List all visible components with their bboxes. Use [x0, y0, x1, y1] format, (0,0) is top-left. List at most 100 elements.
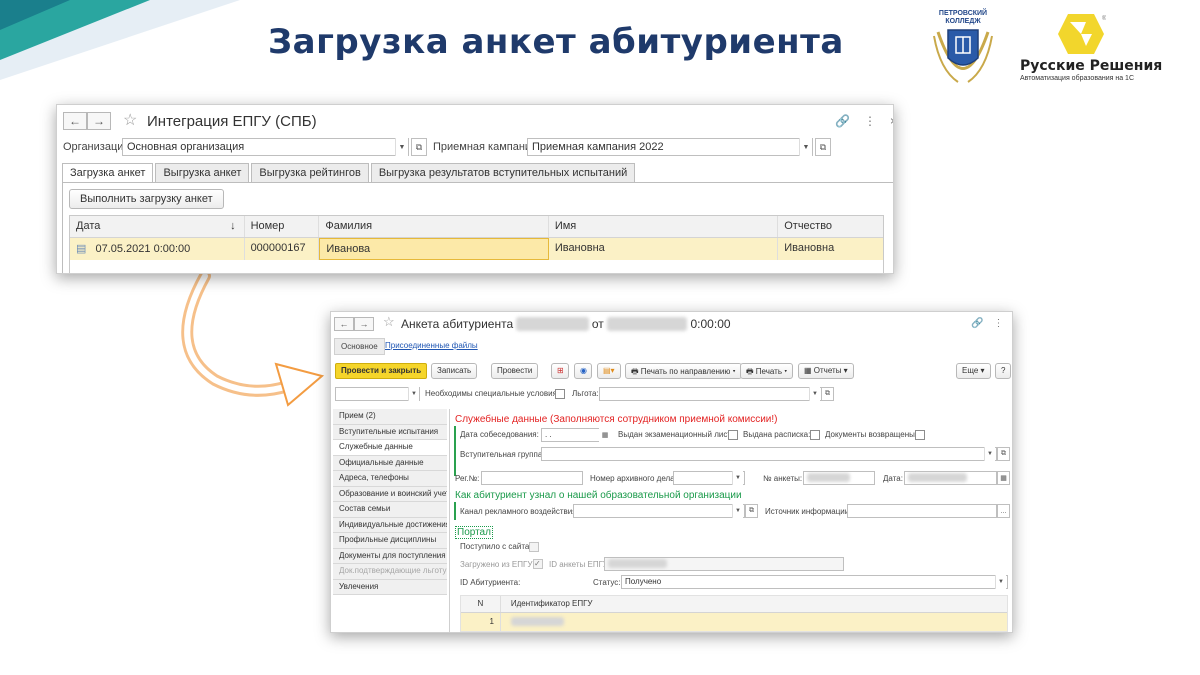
printer-icon: 🖶 [746, 367, 754, 376]
post-button[interactable]: Провести [491, 363, 539, 379]
sidebar-item-benefit-docs[interactable]: Док.подтверждающие льготу [333, 564, 447, 580]
service-data-header: Служебные данные (Заполняются сотруднико… [455, 414, 778, 425]
more-button[interactable]: Еще ▾ [956, 363, 991, 379]
favorite-star-icon[interactable]: ☆ [383, 314, 395, 330]
entrance-group-dropdown-icon[interactable]: ▼ [984, 447, 995, 461]
sidebar-item-achievements[interactable]: Индивидуальные достижения [333, 517, 447, 533]
favorite-star-icon[interactable]: ☆ [123, 110, 137, 130]
print-direction-button[interactable]: 🖶 Печать по направлению ▾ [625, 363, 742, 379]
sidebar-item-admission-docs[interactable]: Документы для поступления [333, 548, 447, 564]
from-site-label: Поступило с сайта: [460, 542, 532, 551]
epgu-form-id-field[interactable]: XXXXXXXXXXX [604, 557, 844, 571]
benefit-dropdown-icon[interactable]: ▼ [809, 387, 820, 401]
form-number-redacted: XXXXXXXXX [516, 317, 589, 331]
tab-main[interactable]: Основное [334, 338, 385, 355]
entrance-group-open-icon[interactable]: ⧉ [997, 447, 1010, 461]
close-icon[interactable]: × [890, 114, 893, 128]
campaign-field[interactable]: Приемная кампания 2022 [527, 138, 813, 156]
epgu-id-redacted: XXXXXXXXXX [510, 617, 565, 626]
docs-returned-checkbox[interactable] [915, 430, 925, 440]
reports-button[interactable]: ▦ Отчеты ▾ [798, 363, 854, 379]
sidebar-item-entrance-tests[interactable]: Вступительные испытания [333, 424, 447, 440]
status-dropdown-icon[interactable]: ▼ [995, 575, 1006, 589]
org-field[interactable]: Основная организация [122, 138, 409, 156]
loaded-epgu-label: Загружено из ЕПГУ: [460, 560, 535, 569]
link-icon[interactable]: 🔗 [835, 114, 850, 128]
side-select-dropdown-icon[interactable]: ▼ [408, 387, 419, 401]
table-row[interactable]: ▤ 07.05.2021 0:00:00 000000167 Иванова И… [70, 238, 883, 260]
benefit-open-icon[interactable]: ⧉ [821, 387, 834, 401]
col-n[interactable]: N [461, 596, 501, 612]
sidebar-item-addresses[interactable]: Адреса, телефоны [333, 471, 447, 487]
ad-channel-dropdown-icon[interactable]: ▼ [732, 504, 743, 518]
calendar-icon[interactable]: ▦ [599, 428, 611, 442]
print-button[interactable]: 🖶 Печать ▾ [740, 363, 794, 379]
help-button[interactable]: ? [995, 363, 1012, 379]
reg-no-field[interactable] [481, 471, 583, 485]
calendar-icon[interactable]: ▦ [997, 471, 1010, 485]
more-vertical-icon[interactable]: ⋮ [993, 318, 1003, 329]
back-arrow-icon[interactable]: ← [334, 317, 354, 331]
forward-arrow-icon[interactable]: → [354, 317, 374, 331]
link-icon[interactable]: 🔗 [971, 318, 983, 329]
campaign-dropdown-icon[interactable]: ▼ [799, 138, 812, 156]
save-button[interactable]: Записать [431, 363, 478, 379]
sidebar-item-profile-subjects[interactable]: Профильные дисциплины [333, 533, 447, 549]
col-epgu-id[interactable]: Идентификатор ЕПГУ [501, 596, 1007, 612]
exam-sheet-label: Выдан экзаменационный лист: [618, 430, 734, 439]
ad-channel-field[interactable] [573, 504, 745, 518]
org-open-icon[interactable]: ⧉ [411, 138, 427, 156]
sidebar-item-service-data[interactable]: Служебные данные [333, 440, 447, 456]
back-arrow-icon[interactable]: ← [63, 112, 87, 130]
create-based-icon[interactable]: ▤▾ [597, 363, 621, 379]
info-source-field[interactable] [847, 504, 997, 518]
exam-sheet-checkbox[interactable] [728, 430, 738, 440]
sidebar-item-hobbies[interactable]: Увлечения [333, 579, 447, 595]
sidebar-item-family[interactable]: Состав семьи [333, 502, 447, 518]
tab-export-forms[interactable]: Выгрузка анкет [155, 163, 250, 182]
sidebar-item-admission[interactable]: Прием (2) [333, 409, 447, 425]
structure-icon[interactable]: ◉ [574, 363, 592, 379]
col-date[interactable]: Дата ↓ [70, 216, 245, 237]
status-label: Статус: [593, 578, 621, 587]
sidebar-item-official-data[interactable]: Официальные данные [333, 455, 447, 471]
special-conditions-checkbox[interactable] [555, 389, 565, 399]
forward-arrow-icon[interactable]: → [87, 112, 111, 130]
tab-export-ratings[interactable]: Выгрузка рейтингов [251, 163, 369, 182]
ad-channel-open-icon[interactable]: ⧉ [745, 504, 758, 518]
info-source-select-button[interactable]: ... [997, 504, 1010, 518]
more-vertical-icon[interactable]: ⋮ [864, 114, 876, 128]
campaign-open-icon[interactable]: ⧉ [815, 138, 831, 156]
post-and-close-button[interactable]: Провести и закрыть [335, 363, 428, 379]
how-learned-header: Как абитуриент узнал о нашей образовател… [455, 490, 742, 501]
svg-text:®: ® [1102, 15, 1106, 22]
form-title: Анкета абитуриента [401, 317, 514, 331]
run-load-button[interactable]: Выполнить загрузку анкет [69, 189, 224, 209]
russkie-resheniya-subtitle: Автоматизация образования на 1С [1020, 75, 1135, 82]
benefit-field[interactable] [599, 387, 834, 401]
org-dropdown-icon[interactable]: ▼ [395, 138, 408, 156]
receipt-checkbox[interactable] [810, 430, 820, 440]
loaded-epgu-checkbox[interactable]: ✓ [533, 559, 543, 569]
archive-no-dropdown-icon[interactable]: ▼ [732, 471, 743, 485]
date-field[interactable]: XXXXXXXXXXX [904, 471, 997, 485]
col-surname[interactable]: Фамилия [319, 216, 549, 237]
col-number[interactable]: Номер [245, 216, 320, 237]
col-patronymic[interactable]: Отчество [778, 216, 883, 237]
slide-title: Загрузка анкет абитуриента [268, 22, 844, 62]
tab-export-results[interactable]: Выгрузка результатов вступительных испыт… [370, 163, 636, 182]
sidebar-item-education[interactable]: Образование и воинский учет [333, 486, 447, 502]
status-field[interactable]: Получено [621, 575, 1008, 589]
table-row[interactable]: 1 XXXXXXXXXX [461, 613, 1007, 631]
dt-kt-icon[interactable]: ⊞ [551, 363, 569, 379]
epgu-form-id-label: ID анкеты ЕПГУ: [549, 560, 611, 569]
col-name[interactable]: Имя [549, 216, 779, 237]
sort-arrow-icon: ↓ [230, 220, 236, 232]
tab-load-forms[interactable]: Загрузка анкет [62, 163, 154, 182]
entrance-group-label: Вступительная группа: [460, 450, 545, 459]
form-no-field[interactable]: XXXXXXXX [803, 471, 875, 485]
from-site-checkbox[interactable] [529, 542, 539, 552]
row-surname[interactable]: Иванова [319, 238, 549, 260]
entrance-group-field[interactable] [541, 447, 997, 461]
tab-attached-files[interactable]: Присоединенные файлы [385, 341, 478, 350]
